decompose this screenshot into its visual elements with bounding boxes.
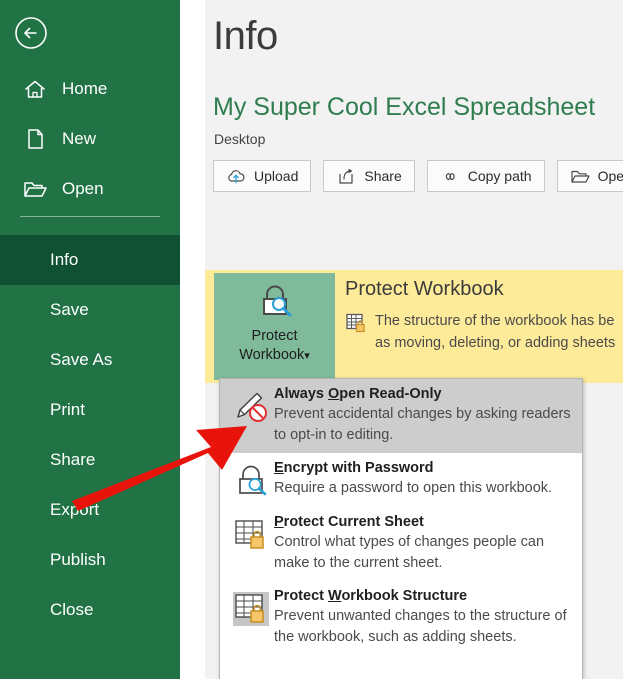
sheet-lock-icon	[345, 312, 367, 334]
home-icon	[22, 76, 48, 102]
menu-item-title: Encrypt with Password	[274, 460, 574, 476]
menu-item-text: Encrypt with Password Require a password…	[274, 460, 574, 500]
button-label: Open	[598, 168, 623, 184]
button-label: Copy path	[468, 168, 532, 184]
share-icon	[336, 167, 356, 185]
file-location: Desktop	[214, 131, 265, 147]
file-name: My Super Cool Excel Spreadsheet	[213, 93, 595, 122]
back-arrow-button[interactable]	[12, 14, 50, 52]
description-line: The structure of the workbook has be	[375, 310, 623, 332]
cloud-upload-icon	[226, 167, 246, 185]
copy-path-button[interactable]: Copy path	[427, 160, 545, 192]
lock-magnifier-icon	[252, 282, 298, 327]
menu-item-description: Control what types of changes people can…	[274, 532, 574, 574]
sidebar-divider	[20, 216, 160, 217]
menu-item-text: Protect Workbook Structure Prevent unwan…	[274, 588, 574, 648]
menu-item-text: Protect Current Sheet Control what types…	[274, 514, 574, 574]
new-document-icon	[22, 126, 48, 152]
sidebar-item-close[interactable]: Close	[0, 585, 180, 635]
menu-item-protect-current-sheet[interactable]: Protect Current Sheet Control what types…	[220, 507, 582, 581]
button-label: Upload	[254, 168, 298, 184]
sidebar-item-save-as[interactable]: Save As	[0, 335, 180, 385]
sidebar-bottom-nav: Info Save Save As Print Share Export Pub…	[0, 235, 180, 635]
open-file-location-button[interactable]: Open	[557, 160, 623, 192]
protect-workbook-description: The structure of the workbook has be as …	[375, 310, 623, 354]
protect-button-label-line2: Workbook▾	[239, 346, 310, 366]
sheet-padlock-icon	[230, 514, 274, 574]
sidebar-item-export[interactable]: Export	[0, 485, 180, 535]
sidebar-item-label: Save As	[50, 350, 112, 370]
sidebar-item-label: Share	[50, 450, 95, 470]
sidebar-item-info[interactable]: Info	[0, 235, 180, 285]
link-icon	[440, 167, 460, 185]
menu-item-description: Prevent accidental changes by asking rea…	[274, 404, 574, 446]
sidebar-item-label: Print	[50, 400, 85, 420]
protect-workbook-title: Protect Workbook	[345, 278, 504, 301]
share-button[interactable]: Share	[323, 160, 414, 192]
back-arrow-icon	[12, 14, 50, 52]
pencil-prohibited-icon	[230, 386, 274, 446]
folder-icon	[570, 167, 590, 185]
open-folder-icon	[22, 176, 48, 202]
menu-item-title: Protect Current Sheet	[274, 514, 574, 530]
file-actions-toolbar: Upload Share	[213, 160, 623, 192]
workbook-padlock-icon	[230, 588, 274, 648]
sidebar-item-label: Home	[62, 79, 107, 99]
sidebar-item-label: Open	[62, 179, 104, 199]
description-line: as moving, deleting, or adding sheets	[375, 332, 623, 354]
menu-item-description: Prevent unwanted changes to the structur…	[274, 606, 574, 648]
backstage-sidebar: Home New Open	[0, 0, 180, 679]
protect-workbook-section: Protect Workbook▾ Protect Workbook	[205, 270, 623, 383]
menu-item-title: Protect Workbook Structure	[274, 588, 574, 604]
menu-item-title: Always Open Read-Only	[274, 386, 574, 402]
menu-item-protect-workbook-structure[interactable]: Protect Workbook Structure Prevent unwan…	[220, 581, 582, 655]
sidebar-item-label: New	[62, 129, 96, 149]
sidebar-top-nav: Home New Open	[0, 64, 180, 214]
sidebar-item-new[interactable]: New	[0, 114, 180, 164]
protect-button-label-line1: Protect	[252, 327, 298, 346]
sidebar-item-label: Export	[50, 500, 99, 520]
menu-item-always-open-read-only[interactable]: Always Open Read-Only Prevent accidental…	[220, 379, 582, 453]
sidebar-item-label: Publish	[50, 550, 106, 570]
sidebar-item-label: Info	[50, 250, 78, 270]
menu-item-encrypt-with-password[interactable]: Encrypt with Password Require a password…	[220, 453, 582, 507]
sidebar-item-label: Close	[50, 600, 93, 620]
protect-workbook-button[interactable]: Protect Workbook▾	[214, 273, 335, 380]
sidebar-item-save[interactable]: Save	[0, 285, 180, 335]
page-title: Info	[213, 14, 278, 59]
sidebar-item-open[interactable]: Open	[0, 164, 180, 214]
sidebar-item-label: Save	[50, 300, 89, 320]
sidebar-item-print[interactable]: Print	[0, 385, 180, 435]
chevron-down-icon: ▾	[304, 350, 310, 362]
button-label: Share	[364, 168, 401, 184]
sidebar-item-share[interactable]: Share	[0, 435, 180, 485]
sidebar-item-home[interactable]: Home	[0, 64, 180, 114]
excel-backstage-info-screen: Home New Open	[0, 0, 623, 679]
upload-button[interactable]: Upload	[213, 160, 311, 192]
menu-item-description: Require a password to open this workbook…	[274, 478, 574, 499]
sidebar-item-publish[interactable]: Publish	[0, 535, 180, 585]
menu-item-text: Always Open Read-Only Prevent accidental…	[274, 386, 574, 446]
protect-workbook-dropdown-menu: Always Open Read-Only Prevent accidental…	[219, 378, 583, 679]
padlock-magnifier-icon	[230, 460, 274, 500]
